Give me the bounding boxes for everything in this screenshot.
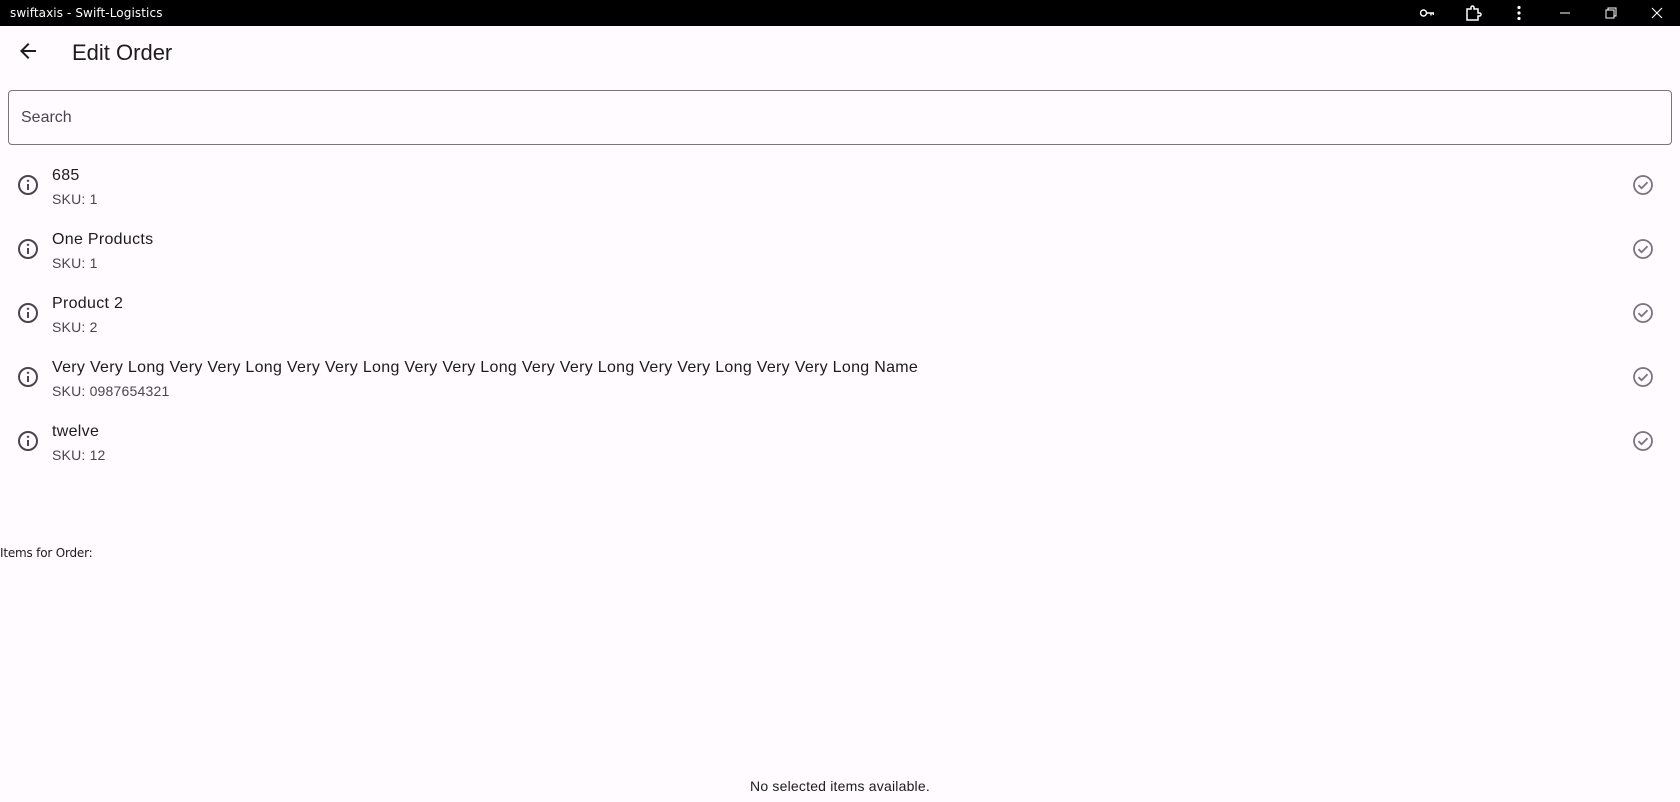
empty-items-message: No selected items available. xyxy=(750,778,930,794)
extensions-icon[interactable] xyxy=(1450,0,1496,26)
info-icon[interactable] xyxy=(16,237,40,261)
list-item[interactable]: twelve SKU: 12 xyxy=(0,409,1680,473)
key-icon[interactable] xyxy=(1404,0,1450,26)
list-item[interactable]: Product 2 SKU: 2 xyxy=(0,281,1680,345)
product-sku: SKU: 1 xyxy=(52,191,98,207)
list-item[interactable]: 685 SKU: 1 xyxy=(0,153,1680,217)
product-name: One Products xyxy=(52,231,154,248)
info-icon[interactable] xyxy=(16,365,40,389)
list-item[interactable]: Very Very Long Very Very Long Very Very … xyxy=(0,345,1680,409)
window-titlebar: swiftaxis - Swift-Logistics xyxy=(0,0,1680,26)
window-title: swiftaxis - Swift-Logistics xyxy=(10,6,163,20)
more-vert-icon[interactable] xyxy=(1496,0,1542,26)
product-sku: SKU: 0987654321 xyxy=(52,383,170,399)
app-bar: Edit Order xyxy=(0,26,1680,80)
close-icon[interactable] xyxy=(1634,0,1680,26)
check-circle-icon[interactable] xyxy=(1631,237,1655,261)
check-circle-icon[interactable] xyxy=(1631,429,1655,453)
order-items-label: Items for Order: xyxy=(0,546,93,560)
check-circle-icon[interactable] xyxy=(1631,173,1655,197)
product-name: Product 2 xyxy=(52,295,124,312)
info-icon[interactable] xyxy=(16,173,40,197)
window-controls xyxy=(1404,0,1680,26)
restore-icon[interactable] xyxy=(1588,0,1634,26)
check-circle-icon[interactable] xyxy=(1631,301,1655,325)
product-name: twelve xyxy=(52,423,100,440)
product-list: 685 SKU: 1 One Products SKU: 1 Product 2… xyxy=(0,153,1680,473)
info-icon[interactable] xyxy=(16,429,40,453)
search-field[interactable] xyxy=(8,90,1672,145)
check-circle-icon[interactable] xyxy=(1631,365,1655,389)
minimize-icon[interactable] xyxy=(1542,0,1588,26)
search-input[interactable] xyxy=(9,91,1671,144)
product-name: Very Very Long Very Very Long Very Very … xyxy=(52,359,919,376)
page-title: Edit Order xyxy=(72,40,173,65)
back-button[interactable] xyxy=(8,31,48,71)
product-sku: SKU: 12 xyxy=(52,447,106,463)
info-icon[interactable] xyxy=(16,301,40,325)
list-item[interactable]: One Products SKU: 1 xyxy=(0,217,1680,281)
arrow-back-icon xyxy=(20,43,36,59)
product-sku: SKU: 2 xyxy=(52,319,98,335)
product-sku: SKU: 1 xyxy=(52,255,98,271)
product-name: 685 xyxy=(52,167,80,184)
